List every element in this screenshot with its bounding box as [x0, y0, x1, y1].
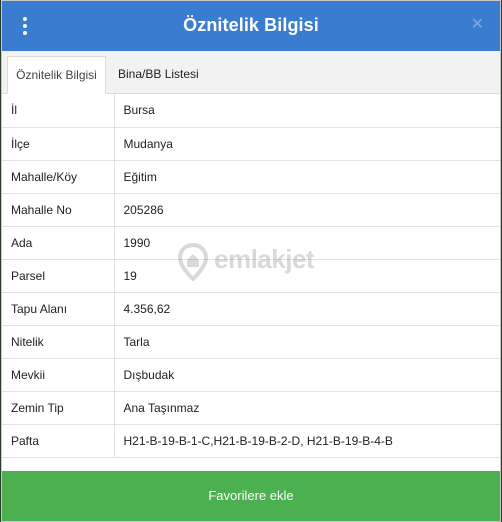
row-value: 19: [114, 259, 500, 293]
row-key: İlçe: [2, 127, 115, 161]
table-row: Mahalle No 205286: [2, 193, 500, 227]
row-value: Dışbudak: [114, 358, 500, 392]
row-value: 4.356,62: [114, 292, 500, 326]
row-key: Parsel: [2, 259, 115, 293]
row-key: Nitelik: [2, 325, 115, 359]
dialog-header: Öznitelik Bilgisi ✕: [2, 1, 500, 51]
row-key: Zemin Tip: [2, 391, 115, 425]
close-icon[interactable]: ✕: [471, 15, 484, 35]
row-key: Mevkii: [2, 358, 115, 392]
row-value: 1990: [114, 226, 500, 260]
table-row: Mevkii Dışbudak: [2, 358, 500, 392]
table-row: Parsel 19: [2, 259, 500, 293]
table-row: Nitelik Tarla: [2, 325, 500, 359]
attribute-table: İl Bursa İlçe Mudanya Mahalle/Köy Eğitim…: [2, 94, 500, 458]
row-key: Pafta: [2, 424, 115, 458]
row-value: Tarla: [114, 325, 500, 359]
tab-building-list[interactable]: Bina/BB Listesi: [110, 56, 207, 94]
table-row: Tapu Alanı 4.356,62: [2, 292, 500, 326]
row-key: Tapu Alanı: [2, 292, 115, 326]
attribute-info-dialog: Öznitelik Bilgisi ✕ Öznitelik Bilgisi Bi…: [1, 0, 501, 522]
table-row: Zemin Tip Ana Taşınmaz: [2, 391, 500, 425]
row-value: Mudanya: [114, 127, 500, 161]
table-row: Mahalle/Köy Eğitim: [2, 160, 500, 194]
row-value: Bursa: [114, 94, 500, 128]
row-value: H21-B-19-B-1-C,H21-B-19-B-2-D, H21-B-19-…: [114, 424, 500, 458]
row-value: Ana Taşınmaz: [114, 391, 500, 425]
tab-bar: Öznitelik Bilgisi Bina/BB Listesi: [2, 51, 500, 94]
add-to-favorites-button[interactable]: Favorilere ekle: [2, 471, 500, 521]
dialog-title: Öznitelik Bilgisi: [183, 15, 319, 35]
table-row: İlçe Mudanya: [2, 127, 500, 161]
table-row: İl Bursa: [2, 94, 500, 128]
row-key: İl: [2, 94, 115, 128]
row-value: 205286: [114, 193, 500, 227]
row-key: Ada: [2, 226, 115, 260]
row-key: Mahalle No: [2, 193, 115, 227]
row-value: Eğitim: [114, 160, 500, 194]
row-key: Mahalle/Köy: [2, 160, 115, 194]
table-row: Ada 1990: [2, 226, 500, 260]
table-row: Pafta H21-B-19-B-1-C,H21-B-19-B-2-D, H21…: [2, 424, 500, 458]
tab-attribute-info[interactable]: Öznitelik Bilgisi: [7, 56, 106, 94]
